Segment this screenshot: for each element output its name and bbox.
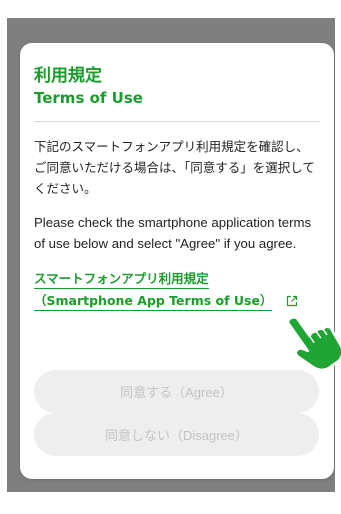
dialog-title-en: Terms of Use: [34, 89, 143, 107]
external-link-icon[interactable]: [286, 295, 298, 307]
hand-pointer-icon: [286, 316, 341, 372]
agree-button[interactable]: 同意する（Agree）: [34, 370, 319, 413]
title-divider: [34, 121, 320, 122]
terms-link-ja[interactable]: スマートフォンアプリ利用規定: [34, 270, 209, 289]
terms-link[interactable]: スマートフォンアプリ利用規定 （Smartphone App Terms of …: [34, 268, 320, 311]
body-text-en: Please check the smartphone application …: [34, 215, 312, 251]
terms-dialog: 利用規定 Terms of Use 下記のスマートフォンアプリ利用規定を確認し、…: [20, 43, 334, 479]
disagree-button[interactable]: 同意しない（Disagree）: [34, 413, 319, 456]
terms-link-en[interactable]: （Smartphone App Terms of Use）: [34, 292, 273, 311]
dialog-title-ja: 利用規定: [34, 66, 102, 86]
body-text-ja: 下記のスマートフォンアプリ利用規定を確認し、ご同意いただける場合は、「同意する」…: [34, 139, 315, 196]
